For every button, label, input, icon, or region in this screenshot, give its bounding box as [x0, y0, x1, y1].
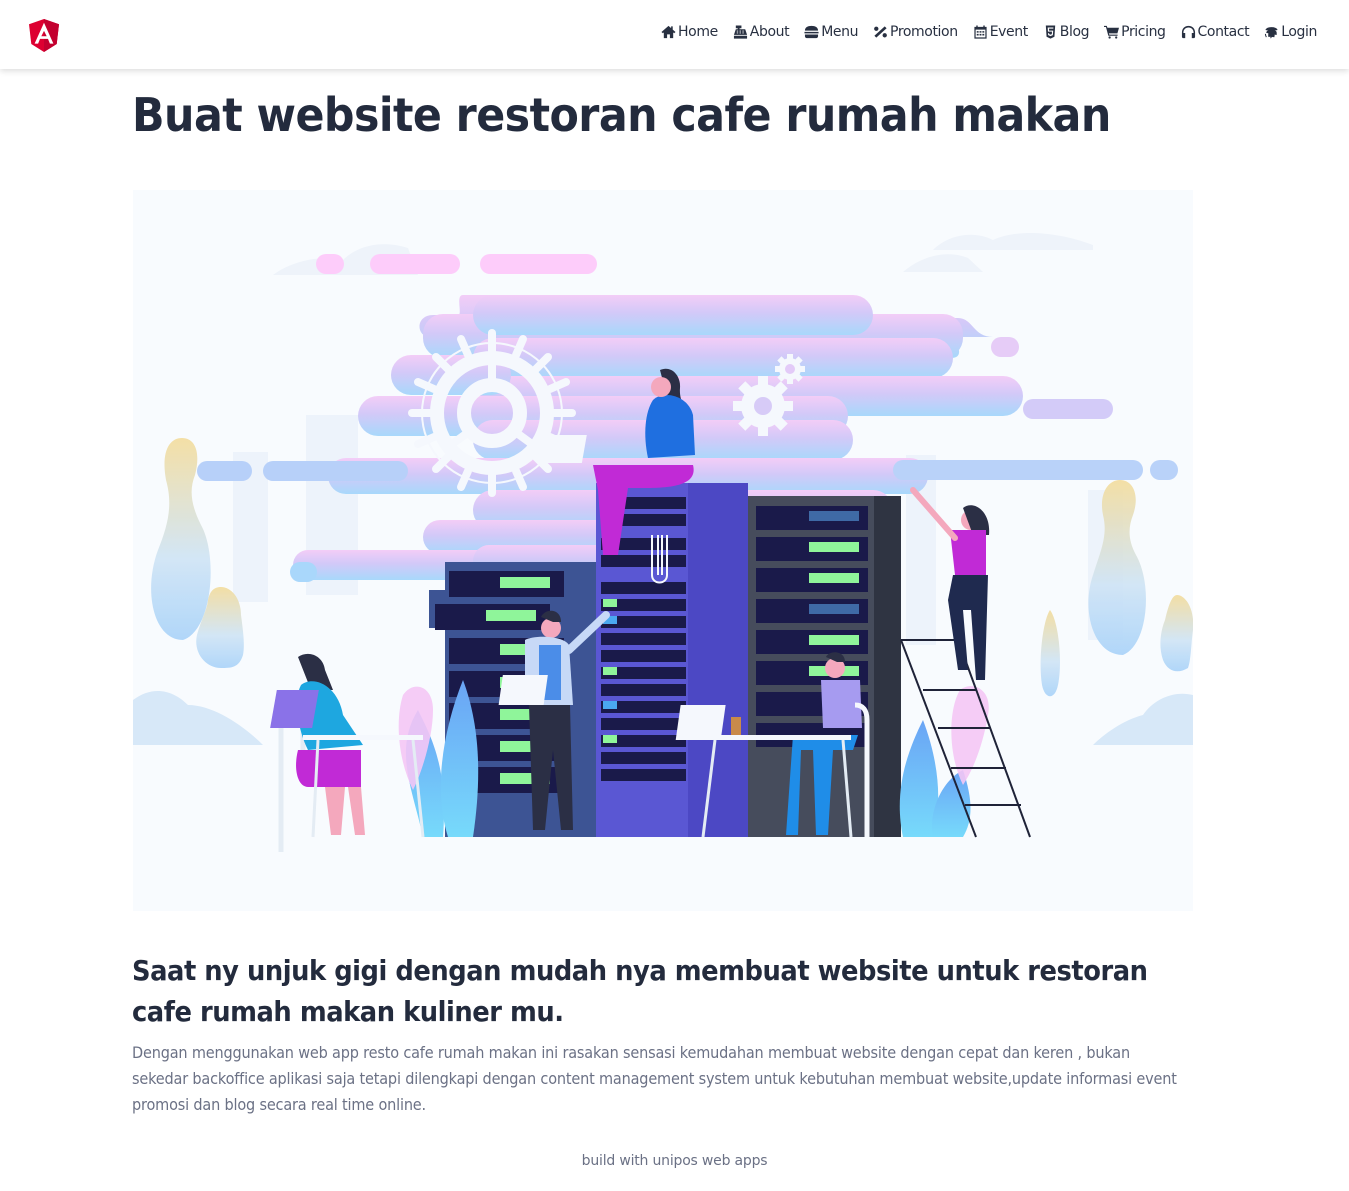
navbar: Home About Menu Promotion Event Blog Pri…	[0, 0, 1349, 69]
headphones-icon	[1181, 25, 1195, 39]
nav-contact-label: Contact	[1197, 24, 1250, 40]
main-nav: Home About Menu Promotion Event Blog Pri…	[661, 24, 1317, 40]
home-icon	[661, 25, 676, 39]
angular-logo-icon	[29, 19, 59, 52]
html5-icon	[1045, 25, 1055, 39]
nav-event[interactable]: Event	[973, 24, 1028, 40]
nav-pricing[interactable]: Pricing	[1104, 24, 1166, 40]
nav-about-label: About	[749, 24, 790, 40]
description-paragraph: Dengan menggunakan web app resto cafe ru…	[132, 1043, 1177, 1114]
nav-about[interactable]: About	[733, 24, 790, 40]
nav-menu[interactable]: Menu	[804, 24, 858, 40]
nav-blog[interactable]: Blog	[1043, 24, 1090, 40]
nav-contact[interactable]: Contact	[1181, 24, 1250, 40]
percent-icon	[874, 26, 887, 38]
nav-promotion[interactable]: Promotion	[873, 24, 958, 40]
server-room-illustration	[133, 233, 1193, 911]
nav-event-label: Event	[989, 24, 1029, 40]
cash-register-icon	[733, 25, 747, 39]
calendar-icon	[974, 25, 987, 39]
subtitle-heading: Saat ny unjuk gigi dengan mudah nya memb…	[132, 954, 1148, 1028]
fingerprint-icon	[1265, 27, 1278, 39]
hero-illustration	[133, 190, 1193, 911]
nav-menu-label: Menu	[821, 24, 859, 40]
hill-right	[1093, 693, 1193, 745]
nav-home[interactable]: Home	[661, 24, 718, 40]
footer: build with unipos web apps	[0, 1153, 1349, 1169]
nav-promotion-label: Promotion	[890, 24, 958, 40]
hill-left	[133, 690, 263, 745]
footer-text: build with unipos web apps	[581, 1153, 768, 1169]
hamburger-icon	[804, 25, 819, 39]
angular-logo[interactable]	[29, 19, 59, 52]
nav-home-label: Home	[678, 24, 718, 40]
shopping-cart-icon	[1104, 25, 1120, 39]
page-title: Buat website restoran cafe rumah makan	[132, 88, 1111, 142]
nav-pricing-label: Pricing	[1121, 24, 1166, 40]
nav-blog-label: Blog	[1059, 24, 1090, 40]
nav-login[interactable]: Login	[1264, 24, 1317, 40]
nav-login-label: Login	[1281, 24, 1317, 40]
